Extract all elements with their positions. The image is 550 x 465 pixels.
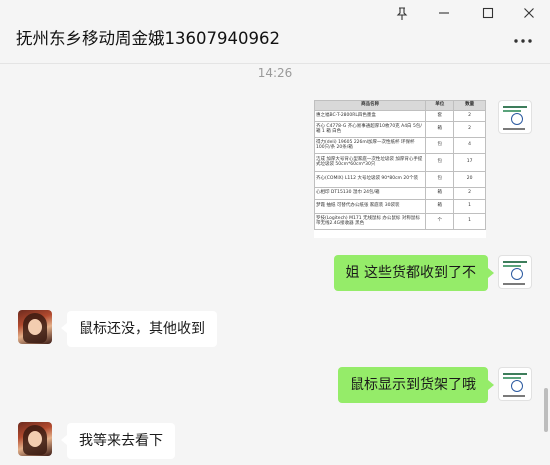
pin-icon[interactable] xyxy=(387,2,417,24)
table-header: 数量 xyxy=(453,100,486,111)
logo-icon xyxy=(511,113,523,125)
table-row: 齐心(COMIX) L112 大号垃圾袋 90*80cm 20个装包 20 xyxy=(314,171,486,188)
my-avatar[interactable] xyxy=(498,367,532,401)
more-icon[interactable] xyxy=(514,33,532,43)
goods-unit: 箱 xyxy=(425,187,455,200)
goods-qty: 2 xyxy=(453,187,486,200)
close-icon[interactable] xyxy=(514,2,544,24)
table-row: 梦霞 抽纸 可替代办公纸张 家庭装 30袋装箱 1 xyxy=(314,199,486,214)
table-row: 惠之福BC-T-2800RL四色墨盒套 2 xyxy=(314,110,486,122)
goods-qty: 2 xyxy=(453,121,486,138)
table-row: 齐心 C4778-G 齐心易事通超厚10枚70克 A4白 5包/箱 1 箱 白色… xyxy=(314,121,486,138)
maximize-icon[interactable] xyxy=(473,2,503,24)
chat-title: 抚州东乡移动周金娥13607940962 xyxy=(16,29,280,48)
contact-avatar[interactable] xyxy=(18,310,52,344)
message-bubble-received[interactable]: 我等来去看下 xyxy=(67,423,175,459)
goods-unit: 包 xyxy=(425,153,455,172)
bubble-tail xyxy=(488,268,494,278)
scrollbar[interactable] xyxy=(544,388,548,432)
goods-unit: 套 xyxy=(425,110,455,122)
minimize-icon[interactable] xyxy=(429,2,459,24)
goods-unit: 箱 xyxy=(425,121,455,138)
goods-qty: 20 xyxy=(453,171,486,188)
goods-unit: 个 xyxy=(425,213,455,230)
table-header: 商品名称 xyxy=(314,100,427,111)
logo-icon xyxy=(511,380,523,392)
goods-name: 得力(deli) 19605 226ml加厚一次性纸杯 环保杯 100只/条 2… xyxy=(314,137,427,154)
goods-qty: 2 xyxy=(453,110,486,122)
chat-header: 抚州东乡移动周金娥13607940962 xyxy=(0,0,550,64)
goods-name: 洁成 加厚大号背心型家庭一次性垃圾袋 加厚背心手提式垃圾袋 50cm*60cm*… xyxy=(314,153,427,172)
goods-unit: 包 xyxy=(425,171,455,188)
bubble-tail xyxy=(488,380,494,390)
goods-name: 齐心(COMIX) L112 大号垃圾袋 90*80cm 20个装 xyxy=(314,171,427,188)
goods-qty: 4 xyxy=(453,137,486,154)
logo-icon xyxy=(511,268,523,280)
image-message[interactable]: 商品名称 单位 数量 惠之福BC-T-2800RL四色墨盒套 2 齐心 C4778… xyxy=(314,100,486,238)
my-avatar[interactable] xyxy=(498,255,532,289)
goods-table: 商品名称 单位 数量 惠之福BC-T-2800RL四色墨盒套 2 齐心 C4778… xyxy=(314,100,486,230)
goods-qty: 1 xyxy=(453,213,486,230)
goods-name: 梦霞 抽纸 可替代办公纸张 家庭装 30袋装 xyxy=(314,199,427,214)
message-bubble-sent[interactable]: 姐 这些货都收到了不 xyxy=(333,255,488,291)
goods-unit: 包 xyxy=(425,137,455,154)
my-avatar[interactable] xyxy=(498,100,532,134)
goods-name: 罗技(Logitech) M171 无线鼠标 办公鼠标 对称鼠标 带无线2.4G… xyxy=(314,213,427,230)
table-row: 心相印 DT15130 湿巾 24包/箱箱 2 xyxy=(314,187,486,200)
goods-name: 齐心 C4778-G 齐心易事通超厚10枚70克 A4白 5包/箱 1 箱 白色 xyxy=(314,121,427,138)
table-row: 得力(deli) 19605 226ml加厚一次性纸杯 环保杯 100只/条 2… xyxy=(314,137,486,154)
goods-name: 惠之福BC-T-2800RL四色墨盒 xyxy=(314,110,427,122)
contact-avatar[interactable] xyxy=(18,422,52,456)
table-header: 单位 xyxy=(425,100,455,111)
goods-qty: 1 xyxy=(453,199,486,214)
goods-unit: 箱 xyxy=(425,199,455,214)
message-bubble-sent[interactable]: 鼠标显示到货架了哦 xyxy=(338,367,488,403)
goods-name: 心相印 DT15130 湿巾 24包/箱 xyxy=(314,187,427,200)
table-row: 洁成 加厚大号背心型家庭一次性垃圾袋 加厚背心手提式垃圾袋 50cm*60cm*… xyxy=(314,153,486,172)
message-timestamp: 14:26 xyxy=(257,66,293,80)
message-bubble-received[interactable]: 鼠标还没，其他收到 xyxy=(67,311,217,347)
goods-qty: 17 xyxy=(453,153,486,172)
table-row: 罗技(Logitech) M171 无线鼠标 办公鼠标 对称鼠标 带无线2.4G… xyxy=(314,213,486,230)
